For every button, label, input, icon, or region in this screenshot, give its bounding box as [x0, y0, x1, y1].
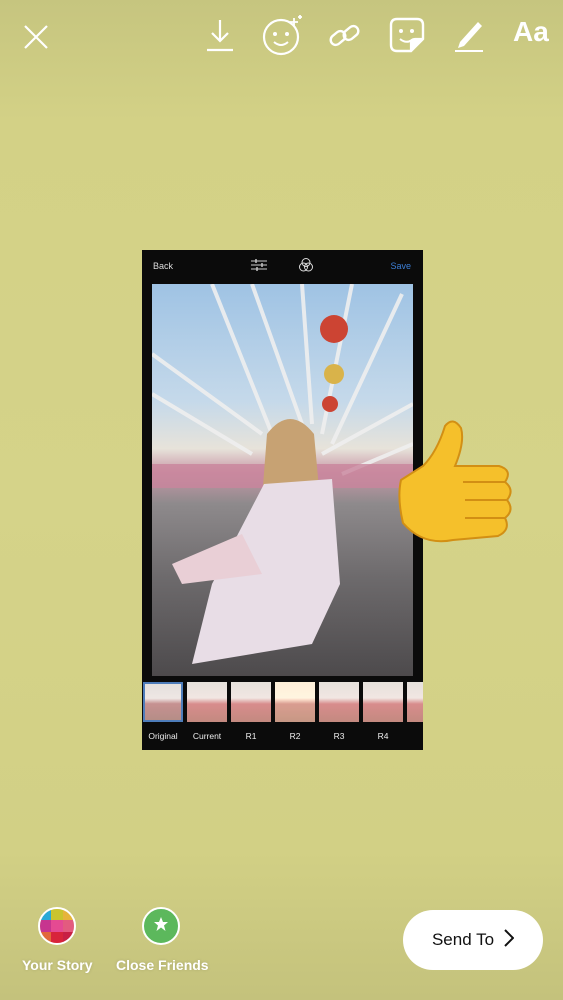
your-story-button[interactable] — [38, 907, 76, 945]
send-to-label: Send To — [431, 930, 495, 949]
text-icon[interactable]: Aa — [513, 16, 549, 48]
edited-photo — [152, 284, 413, 676]
close-friends-label[interactable]: Close Friends — [116, 957, 209, 973]
face-effects-icon[interactable] — [261, 14, 305, 56]
filters-icon — [298, 257, 314, 275]
filter-label: Original — [148, 731, 178, 741]
filter-label: R4 — [377, 731, 389, 741]
filter-label: R3 — [333, 731, 345, 741]
close-friends-button[interactable] — [142, 907, 180, 945]
filter-label: R2 — [289, 731, 301, 741]
thumbs-up-sticker[interactable] — [393, 418, 518, 555]
filter-thumb-partial[interactable] — [407, 682, 423, 722]
filter-thumb-r3[interactable] — [319, 682, 359, 722]
adjust-icon — [251, 258, 267, 274]
sticker-icon[interactable] — [388, 16, 426, 54]
draw-icon[interactable] — [452, 16, 486, 54]
filter-thumb-r4[interactable] — [363, 682, 403, 722]
filter-thumb-current[interactable] — [187, 682, 227, 722]
chevron-right-icon — [504, 928, 515, 952]
your-story-label[interactable]: Your Story — [22, 957, 93, 973]
save-button: Save — [390, 261, 411, 271]
close-icon[interactable] — [22, 23, 50, 51]
shared-screenshot[interactable]: Back Save Original Current R1 R2 R3 R4 — [142, 250, 423, 750]
filter-label: R1 — [245, 731, 257, 741]
filter-thumb-r1[interactable] — [231, 682, 271, 722]
send-to-button[interactable]: Send To — [403, 910, 543, 970]
download-icon[interactable] — [205, 17, 235, 53]
back-button: Back — [153, 261, 174, 271]
link-icon[interactable] — [327, 20, 363, 52]
filter-label: Current — [192, 731, 222, 741]
filter-thumb-r2[interactable] — [275, 682, 315, 722]
star-icon — [153, 916, 169, 937]
filter-thumb-original[interactable] — [143, 682, 183, 722]
